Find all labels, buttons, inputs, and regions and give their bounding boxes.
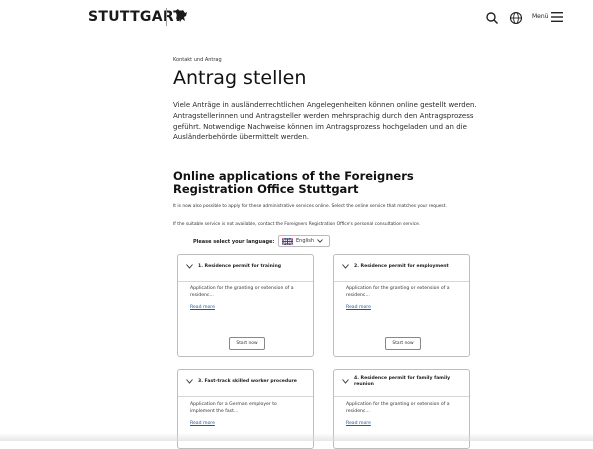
card-title: 4. Residence permit for family family re…: [354, 376, 451, 387]
globe-icon[interactable]: [509, 11, 523, 25]
card-description: Application for the granting or extensio…: [190, 286, 294, 298]
page-title: Antrag stellen: [173, 67, 307, 89]
read-more-link[interactable]: Read more: [190, 421, 215, 426]
online-applications-intro: It is now also possible to apply for the…: [173, 204, 447, 209]
horse-logo-icon[interactable]: [172, 7, 190, 25]
chevron-down-icon: [342, 264, 349, 269]
read-more-link[interactable]: Read more: [346, 305, 371, 310]
start-now-button[interactable]: Start now: [229, 337, 265, 350]
service-card-employment: 2. Residence permit for employment Appli…: [333, 254, 470, 357]
online-applications-hint: If the suitable service is not available…: [173, 222, 421, 227]
card-title: 2. Residence permit for employment: [354, 264, 449, 269]
start-now-button[interactable]: Start now: [385, 337, 421, 350]
read-more-link[interactable]: Read more: [346, 421, 371, 426]
chevron-down-icon: [186, 264, 193, 269]
card-description: Application for the granting or extensio…: [346, 402, 450, 414]
intro-text: Viele Anträge in ausländerrechtlichen An…: [173, 101, 477, 142]
service-card-training: 1. Residence permit for training Applica…: [177, 254, 314, 357]
bottom-fade: [0, 433, 593, 441]
card-header[interactable]: 1. Residence permit for training: [178, 255, 313, 282]
card-header[interactable]: 2. Residence permit for employment: [334, 255, 469, 282]
chevron-down-icon: [342, 379, 349, 384]
card-title: 3. Fast-track skilled worker procedure: [198, 379, 297, 384]
read-more-link[interactable]: Read more: [190, 305, 215, 310]
chevron-down-icon: [186, 379, 193, 384]
card-header[interactable]: 3. Fast-track skilled worker procedure: [178, 370, 313, 397]
chevron-down-icon: [317, 239, 323, 243]
card-title: 1. Residence permit for training: [198, 264, 281, 269]
hamburger-menu-icon[interactable]: [551, 12, 563, 22]
breadcrumb[interactable]: Kontakt und Antrag: [173, 57, 222, 63]
menu-label[interactable]: Menü: [532, 13, 548, 20]
logo-divider: [166, 8, 167, 26]
card-description: Application for a German employer to imp…: [190, 402, 277, 414]
language-label: Please select your language:: [193, 239, 275, 245]
search-icon[interactable]: [485, 11, 499, 25]
card-description: Application for the granting or extensio…: [346, 286, 450, 298]
online-applications-title: Online applications of the Foreigners Re…: [173, 169, 414, 196]
language-select[interactable]: English: [278, 235, 330, 247]
site-header: STUTTGART Menü: [0, 0, 593, 40]
logo-wordmark[interactable]: STUTTGART: [88, 9, 183, 25]
language-select-value: English: [296, 238, 315, 244]
uk-flag-icon: [282, 237, 293, 245]
card-header[interactable]: 4. Residence permit for family family re…: [334, 370, 469, 397]
